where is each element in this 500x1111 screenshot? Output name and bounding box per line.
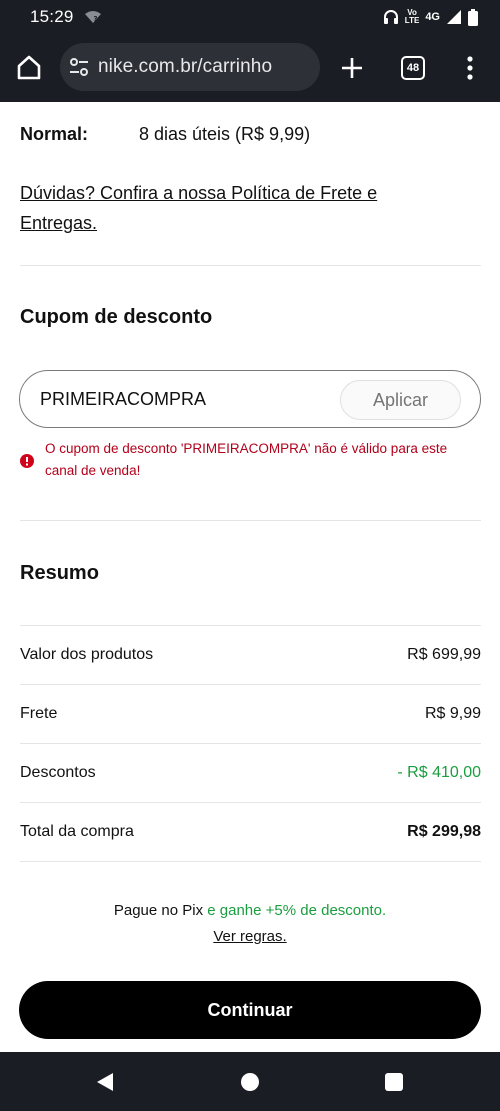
new-tab-icon[interactable] bbox=[339, 55, 365, 81]
error-icon bbox=[20, 454, 34, 468]
summary-value: - R$ 410,00 bbox=[397, 764, 481, 781]
summary-label: Total da compra bbox=[20, 823, 134, 840]
pix-promo-highlight: e ganhe +5% de desconto. bbox=[207, 902, 387, 919]
summary-row-shipping: Frete R$ 9,99 bbox=[20, 685, 481, 743]
more-menu-icon[interactable] bbox=[462, 54, 478, 82]
coupon-field: Aplicar bbox=[19, 370, 481, 428]
shipping-label: Normal: bbox=[20, 124, 89, 144]
volte-indicator: Vo LTE bbox=[404, 8, 420, 25]
browser-toolbar: nike.com.br/carrinho 48 bbox=[0, 34, 500, 102]
shipping-option: Normal: 8 dias úteis (R$ 9,99) bbox=[20, 124, 310, 145]
summary-label: Frete bbox=[20, 705, 58, 722]
headphones-icon bbox=[383, 10, 398, 24]
summary-value: R$ 299,98 bbox=[407, 823, 481, 840]
summary-row-total: Total da compra R$ 299,98 bbox=[20, 803, 481, 861]
pix-rules-link[interactable]: Ver regras. bbox=[0, 928, 500, 945]
coupon-input[interactable] bbox=[40, 388, 320, 410]
url-bar[interactable]: nike.com.br/carrinho bbox=[60, 43, 320, 91]
divider bbox=[20, 520, 481, 521]
divider bbox=[20, 265, 481, 266]
signal-icon bbox=[447, 10, 461, 24]
tab-count: 48 bbox=[406, 62, 420, 74]
summary-row-products: Valor dos produtos R$ 699,99 bbox=[20, 626, 481, 684]
summary-value: R$ 699,99 bbox=[407, 646, 481, 663]
site-settings-icon[interactable] bbox=[68, 56, 90, 78]
network-type: 4G bbox=[425, 11, 440, 23]
coupon-error-text: O cupom de desconto 'PRIMEIRACOMPRA' não… bbox=[45, 441, 448, 478]
summary-row-discounts: Descontos - R$ 410,00 bbox=[20, 744, 481, 802]
system-nav-bar bbox=[0, 1052, 500, 1111]
tab-switcher-button[interactable]: 48 bbox=[401, 56, 425, 80]
shipping-policy-link[interactable]: Dúvidas? Confira a nossa Política de Fre… bbox=[20, 178, 440, 238]
home-nav-icon[interactable] bbox=[241, 1073, 259, 1091]
back-icon[interactable] bbox=[95, 1072, 115, 1092]
status-time: 15:29 bbox=[30, 7, 74, 26]
divider bbox=[20, 861, 481, 862]
battery-icon bbox=[468, 8, 478, 26]
recent-apps-icon[interactable] bbox=[385, 1073, 403, 1091]
summary-title: Resumo bbox=[20, 562, 99, 584]
status-indicators: Vo LTE 4G bbox=[383, 8, 478, 26]
summary-value: R$ 9,99 bbox=[424, 705, 481, 722]
summary-label: Valor dos produtos bbox=[20, 646, 154, 663]
shipping-value: 8 dias úteis (R$ 9,99) bbox=[139, 124, 311, 144]
status-bar: 15:29 ? Vo LTE 4G bbox=[0, 0, 500, 34]
pix-promo-prefix: Pague no Pix bbox=[113, 902, 204, 919]
apply-coupon-button[interactable]: Aplicar bbox=[340, 380, 461, 420]
continue-button[interactable]: Continuar bbox=[19, 981, 481, 1039]
summary-label: Descontos bbox=[20, 764, 96, 781]
home-icon[interactable] bbox=[14, 52, 44, 82]
coupon-error: O cupom de desconto 'PRIMEIRACOMPRA' não… bbox=[20, 438, 480, 482]
svg-text:?: ? bbox=[93, 15, 97, 23]
coupon-title: Cupom de desconto bbox=[20, 306, 213, 328]
url-text[interactable]: nike.com.br/carrinho bbox=[98, 56, 272, 78]
pix-promo: Pague no Pix e ganhe +5% de desconto. bbox=[0, 902, 500, 919]
cart-page: Normal: 8 dias úteis (R$ 9,99) Dúvidas? … bbox=[0, 102, 500, 1052]
wifi-icon: ? bbox=[84, 11, 101, 23]
